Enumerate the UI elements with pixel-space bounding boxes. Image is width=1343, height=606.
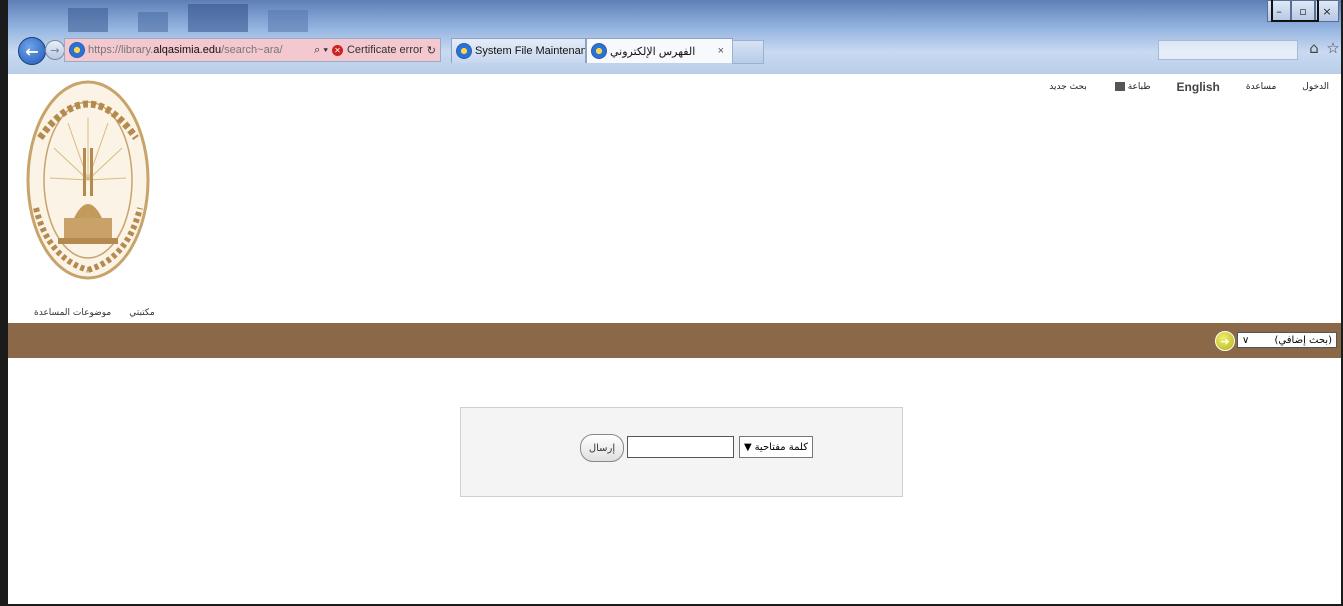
aero-background xyxy=(68,4,308,32)
english-link[interactable]: English xyxy=(1177,80,1220,94)
university-seal-logo xyxy=(26,80,150,280)
search-input[interactable] xyxy=(627,436,734,458)
browser-chrome: – ▫ × ← → https://library. alqasimia.edu… xyxy=(8,0,1341,74)
header-links: الدخول مساعدة English طباعة بحث جديد xyxy=(1049,80,1329,94)
ie-icon xyxy=(69,42,85,58)
search-dropdown-icon[interactable]: ⌕ ▾ xyxy=(314,44,328,57)
new-search-link[interactable]: بحث جديد xyxy=(1049,82,1087,92)
certificate-error-icon[interactable]: ✕ xyxy=(331,44,343,56)
advanced-search-select[interactable]: (بحث إضافي) ∨ xyxy=(1237,332,1337,348)
tab-close-icon[interactable]: × xyxy=(718,45,724,57)
address-bar[interactable]: https://library. alqasimia.edu /search~a… xyxy=(64,38,441,62)
refresh-icon[interactable]: ↻ xyxy=(427,44,436,57)
tab-catalog[interactable]: الفهرس الإلكتروني × xyxy=(586,38,733,63)
print-label: طباعة xyxy=(1127,82,1151,92)
favorites-icon[interactable]: ☆ xyxy=(1324,39,1342,57)
my-library-link[interactable]: مكتبتي xyxy=(129,308,154,318)
chevron-down-icon: ∨ xyxy=(1242,334,1250,346)
forward-button[interactable]: → xyxy=(45,40,65,60)
go-arrow-button[interactable]: ➔ xyxy=(1215,331,1235,351)
search-panel: كلمة مفتاحية ▼ إرسال xyxy=(460,407,903,497)
search-toolbar: (بحث إضافي) ∨ ➔ xyxy=(8,323,1341,358)
print-link[interactable]: طباعة xyxy=(1113,82,1151,92)
highlight-box xyxy=(1271,0,1319,22)
submit-button[interactable]: إرسال xyxy=(580,434,624,462)
tab-label: System File Maintenance - Ho... xyxy=(475,45,585,57)
url-path: /search~ara/ xyxy=(221,44,283,56)
new-tab-button[interactable] xyxy=(732,40,764,64)
tab-label: الفهرس الإلكتروني xyxy=(610,45,696,58)
tab-system-file-maintenance[interactable]: System File Maintenance - Ho... xyxy=(451,38,586,63)
url-host: alqasimia.edu xyxy=(153,44,222,56)
address-actions: ⌕ ▾ ✕ Certificate error ↻ xyxy=(314,44,440,57)
help-topics-link[interactable]: موضوعات المساعدة xyxy=(34,308,111,318)
search-field-label: كلمة مفتاحية xyxy=(754,441,808,453)
tab-ie-icon xyxy=(456,43,472,59)
tab-ie-icon xyxy=(591,43,607,59)
home-icon[interactable]: ⌂ xyxy=(1305,39,1323,57)
window-border-left xyxy=(0,0,8,606)
certificate-error-label[interactable]: Certificate error xyxy=(347,44,423,56)
page-content: الدخول مساعدة English طباعة بحث جديد موض… xyxy=(8,74,1341,604)
printer-icon xyxy=(1114,82,1125,91)
help-link[interactable]: مساعدة xyxy=(1246,82,1276,92)
back-button[interactable]: ← xyxy=(18,37,46,65)
url-prefix: https://library. xyxy=(88,44,154,56)
browser-search-box[interactable] xyxy=(1158,40,1298,60)
secondary-links: موضوعات المساعدة مكتبتي xyxy=(34,308,155,318)
search-field-select[interactable]: كلمة مفتاحية ▼ xyxy=(739,436,813,458)
browser-window: – ▫ × ← → https://library. alqasimia.edu… xyxy=(0,0,1343,606)
login-link[interactable]: الدخول xyxy=(1302,82,1329,92)
chevron-down-icon: ▼ xyxy=(744,441,752,453)
advanced-search-label: (بحث إضافي) xyxy=(1274,334,1332,346)
